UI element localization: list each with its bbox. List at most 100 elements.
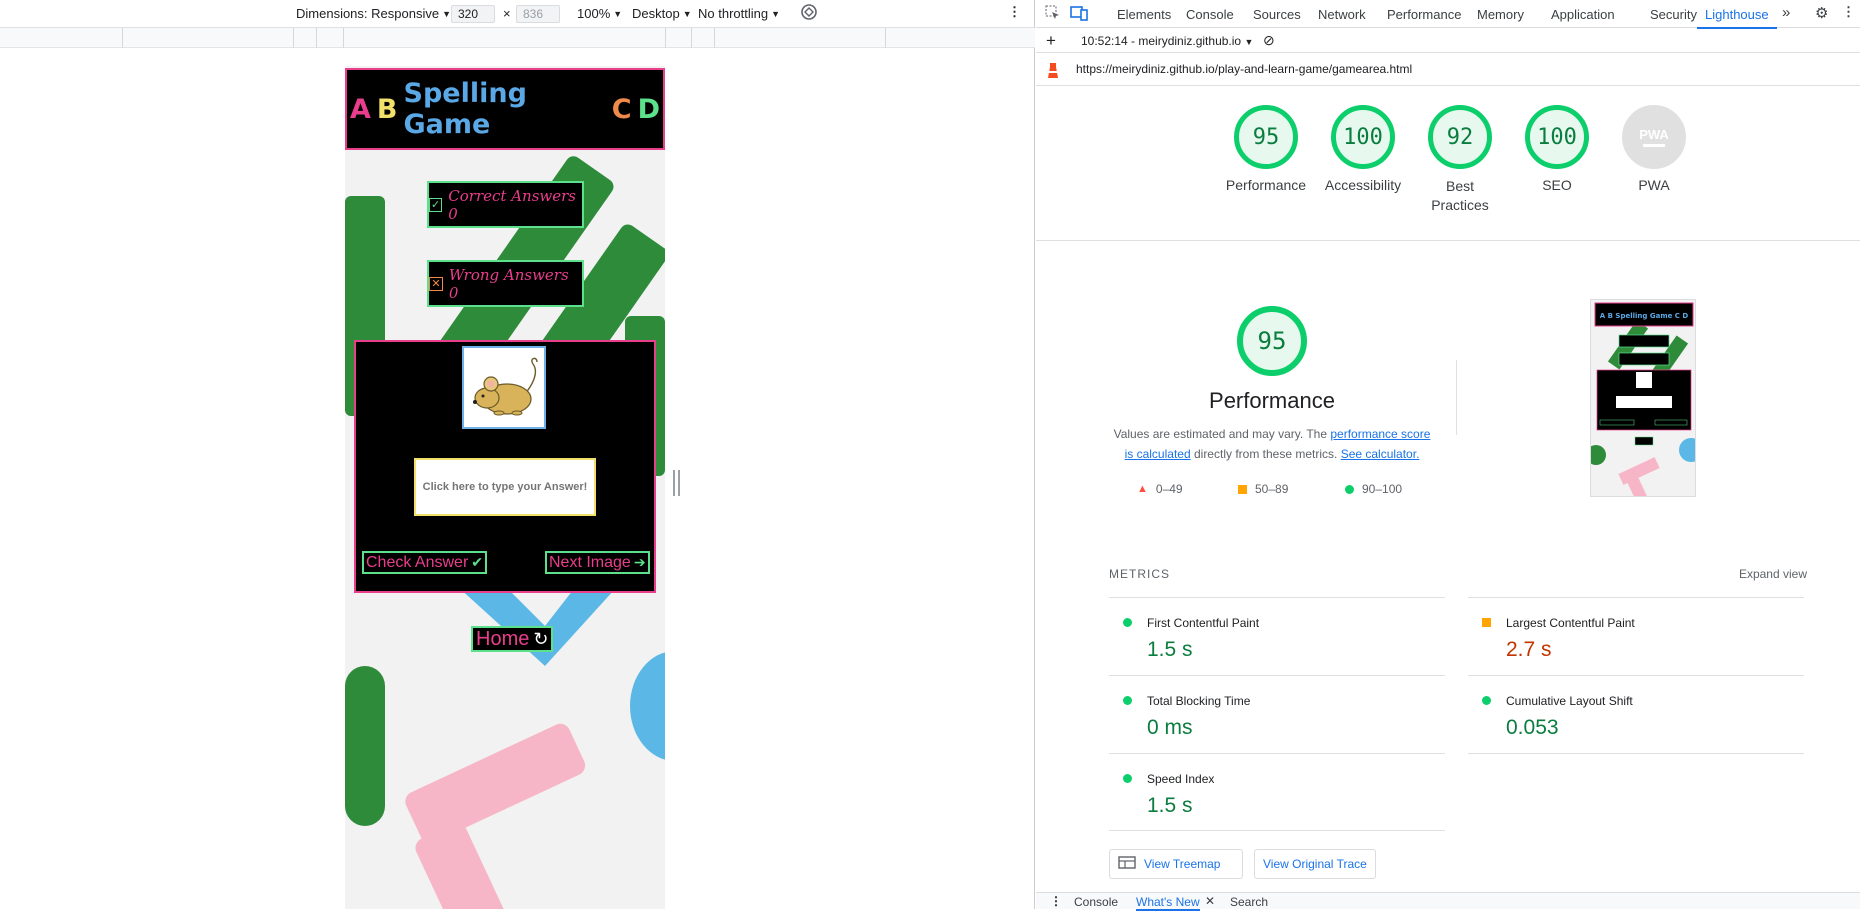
tab-sources[interactable]: Sources — [1253, 7, 1301, 22]
tab-lighthouse[interactable]: Lighthouse — [1697, 7, 1777, 29]
inspect-element-icon[interactable] — [1045, 5, 1061, 24]
tab-network[interactable]: Network — [1318, 7, 1366, 22]
check-answer-label: Check Answer — [366, 553, 469, 571]
check-answer-button[interactable]: Check Answer ✔ — [362, 551, 487, 574]
next-image-label: Next Image — [549, 553, 631, 571]
devtools-drawer-tabs: ⋮ Console What's New ✕ Search — [1036, 892, 1860, 911]
svg-text:A B Spelling Game C D: A B Spelling Game C D — [1600, 312, 1689, 320]
mouse-picture — [473, 357, 538, 415]
close-icon[interactable]: ✕ — [1205, 894, 1215, 908]
gauge-pwa[interactable]: PWA PWA — [1609, 105, 1699, 193]
final-screenshot-thumbnail[interactable]: A B Spelling Game C D — [1590, 299, 1696, 497]
dimensions-label: Dimensions: Responsive — [296, 6, 440, 21]
metric-total-blocking-time: Total Blocking Time 0 ms — [1109, 675, 1445, 753]
restart-icon: ↻ — [533, 628, 549, 649]
view-treemap-label: View Treemap — [1144, 857, 1221, 871]
more-options-icon[interactable]: ⋮ — [1008, 4, 1021, 20]
height-input[interactable]: 836 — [516, 5, 560, 23]
score-label: Accessibility — [1324, 177, 1402, 193]
devtools-pane: Elements Console Sources Network Perform… — [1036, 0, 1860, 911]
title-letter-c: C — [611, 93, 632, 125]
tab-performance[interactable]: Performance — [1387, 7, 1461, 22]
gear-icon[interactable]: ⚙ — [1815, 4, 1828, 22]
metric-value: 1.5 s — [1147, 638, 1193, 661]
drawer-tab-search[interactable]: Search — [1230, 895, 1268, 909]
rotate-icon[interactable] — [800, 3, 818, 21]
divider — [1036, 240, 1860, 241]
throttling-label: No throttling — [698, 6, 769, 21]
quiz-image — [462, 346, 546, 429]
arrow-right-icon: ➔ — [633, 554, 646, 570]
view-original-trace-button[interactable]: View Original Trace — [1254, 849, 1376, 879]
score-label: Performance — [1225, 177, 1307, 193]
tab-application[interactable]: Application — [1551, 7, 1615, 22]
metric-largest-contentful-paint: Largest Contentful Paint 2.7 s — [1468, 597, 1804, 675]
wrong-answers-box: ✕ Wrong Answers 0 — [427, 260, 584, 307]
gauge-performance[interactable]: 95 Performance — [1221, 105, 1311, 193]
title-letter-d: D — [637, 93, 660, 125]
chevron-down-icon: ▼ — [613, 8, 623, 19]
legend-average: 50–89 — [1238, 482, 1288, 496]
performance-description: Values are estimated and may vary. The p… — [1110, 424, 1434, 464]
checkmark-icon: ✔ — [471, 554, 483, 570]
viewport-resize-handle[interactable] — [673, 470, 680, 496]
check-square-icon: ✓ — [429, 197, 443, 212]
main-performance-gauge: 95 — [1237, 306, 1307, 376]
metrics-heading: METRICS — [1109, 567, 1170, 581]
tab-console[interactable]: Console — [1186, 7, 1234, 22]
score-label: SEO — [1542, 177, 1572, 193]
more-options-icon[interactable]: ⋮ — [1842, 4, 1855, 20]
next-image-button[interactable]: Next Image ➔ — [545, 551, 650, 574]
device-type-dropdown[interactable]: Desktop ▼ — [632, 6, 692, 21]
legend-label: 90–100 — [1362, 482, 1403, 496]
gauge-best-practices[interactable]: 92 Best Practices — [1415, 105, 1505, 215]
score-value: 92 — [1428, 105, 1492, 169]
answer-input[interactable] — [414, 458, 596, 516]
report-selector[interactable]: 10:52:14 - meirydiniz.github.io ▼ — [1081, 34, 1253, 48]
metric-name: Largest Contentful Paint — [1506, 616, 1635, 630]
metrics-header: METRICS Expand view — [1109, 567, 1807, 581]
main-performance-title: Performance — [1209, 388, 1335, 413]
device-toggle-icon[interactable] — [1070, 5, 1088, 24]
expand-view-toggle[interactable]: Expand view — [1739, 567, 1807, 581]
tab-security[interactable]: Security — [1650, 7, 1697, 22]
drawer-menu-icon[interactable]: ⋮ — [1050, 894, 1062, 908]
title-letter-a: A — [350, 93, 371, 125]
audited-url: https://meirydiniz.github.io/play-and-le… — [1076, 62, 1413, 76]
emulated-viewport: A B Spelling Game C D ✓ Correct Answers … — [345, 66, 665, 909]
good-status-icon — [1482, 696, 1491, 705]
chevron-down-icon: ▼ — [771, 8, 781, 19]
metric-name: Total Blocking Time — [1147, 694, 1251, 708]
tab-memory[interactable]: Memory — [1477, 7, 1524, 22]
x-square-icon: ✕ — [429, 276, 443, 291]
dimensions-dropdown[interactable]: Dimensions: Responsive ▼ — [296, 6, 451, 21]
width-input[interactable]: 320 — [451, 5, 495, 23]
plus-icon[interactable]: + — [1046, 31, 1056, 51]
square-icon — [1238, 484, 1247, 494]
title-letter-b: B — [376, 93, 398, 125]
lighthouse-toolbar: + 10:52:14 - meirydiniz.github.io ▼ ⊘ — [1036, 28, 1860, 53]
pwa-badge: PWA — [1622, 105, 1686, 169]
view-treemap-button[interactable]: View Treemap — [1109, 849, 1243, 879]
divider — [1456, 360, 1457, 435]
score-label: PWA — [1638, 177, 1670, 193]
more-tabs-icon[interactable]: » — [1782, 4, 1790, 21]
gauge-seo[interactable]: 100 SEO — [1512, 105, 1602, 193]
score-value: 100 — [1331, 105, 1395, 169]
metric-name: First Contentful Paint — [1147, 616, 1260, 630]
correct-answers-box: ✓ Correct Answers 0 — [427, 181, 584, 228]
legend-label: 0–49 — [1155, 482, 1183, 496]
metric-cumulative-layout-shift: Cumulative Layout Shift 0.053 — [1468, 675, 1804, 753]
throttling-dropdown[interactable]: No throttling ▼ — [698, 6, 780, 21]
home-button[interactable]: Home ↻ — [471, 626, 554, 652]
treemap-icon — [1118, 856, 1136, 872]
report-time: 10:52:14 - meirydiniz.github.io — [1081, 34, 1242, 48]
chevron-down-icon: ▼ — [442, 8, 451, 19]
drawer-tab-console[interactable]: Console — [1074, 895, 1118, 909]
see-calculator-link[interactable]: See calculator. — [1341, 447, 1420, 461]
good-status-icon — [1123, 618, 1132, 627]
zoom-dropdown[interactable]: 100% ▼ — [577, 6, 622, 21]
clear-icon[interactable]: ⊘ — [1263, 32, 1275, 49]
tab-elements[interactable]: Elements — [1117, 7, 1171, 22]
gauge-accessibility[interactable]: 100 Accessibility — [1318, 105, 1408, 193]
